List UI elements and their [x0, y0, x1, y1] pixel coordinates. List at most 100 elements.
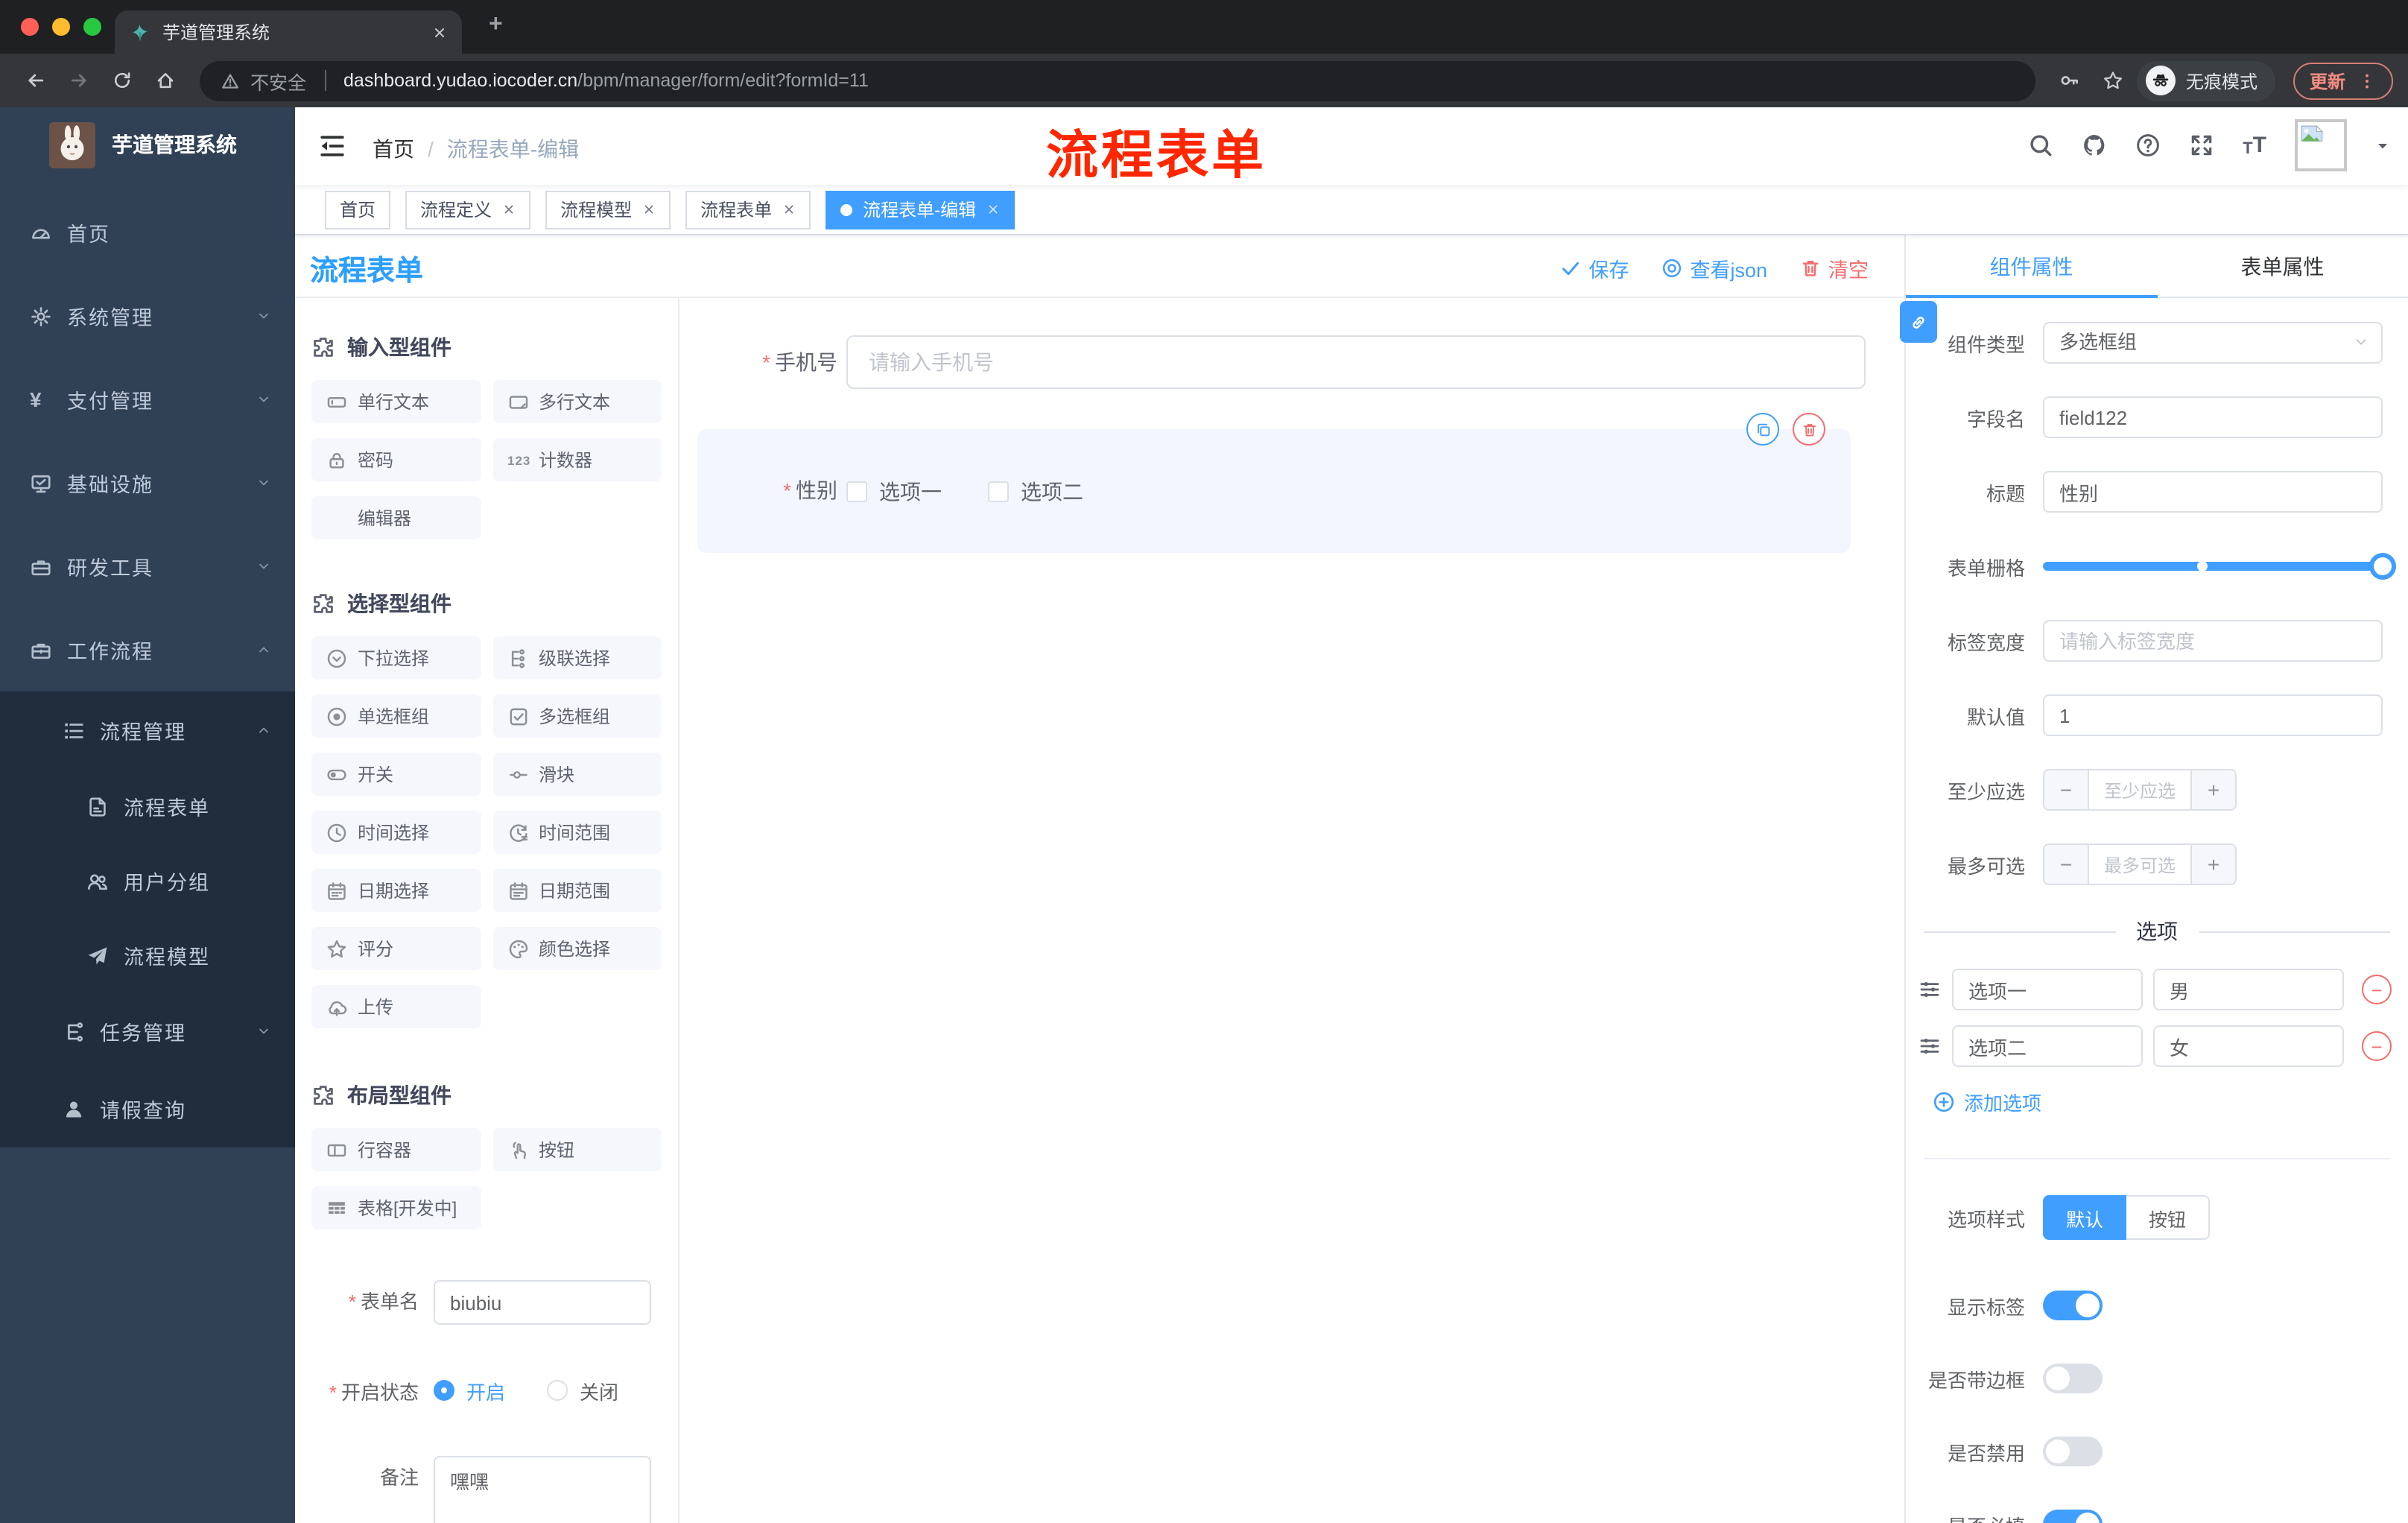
sidebar-item-process-form[interactable]: 流程表单: [0, 769, 295, 843]
drag-handle-icon[interactable]: [1918, 1034, 1942, 1058]
forward-icon[interactable]: [58, 70, 98, 91]
address-bar[interactable]: 不安全 dashboard.yudao.iocoder.cn/bpm/manag…: [200, 60, 2035, 101]
palette-item-table-dev[interactable]: 表格[开发中]: [311, 1186, 481, 1229]
minus-button[interactable]: −: [2044, 770, 2088, 809]
view-tab-process-definition[interactable]: 流程定义: [405, 190, 531, 229]
view-json-button[interactable]: 查看json: [1661, 253, 1767, 283]
palette-item-switch[interactable]: 开关: [311, 753, 481, 796]
sidebar-item-devtools[interactable]: 研发工具: [0, 525, 295, 608]
sidebar-item-home[interactable]: 首页: [0, 191, 295, 274]
form-name-input[interactable]: [434, 1280, 651, 1325]
palette-item-editor[interactable]: 编辑器: [311, 496, 481, 539]
view-tab-process-form[interactable]: 流程表单: [685, 190, 811, 229]
disabled-switch[interactable]: [2043, 1437, 2103, 1466]
plus-button[interactable]: +: [2192, 845, 2235, 884]
close-window-button[interactable]: [21, 18, 39, 36]
sidebar-item-workflow[interactable]: 工作流程: [0, 608, 295, 691]
palette-item-radio-group[interactable]: 单选框组: [311, 694, 481, 738]
palette-item-single-line-text[interactable]: 单行文本: [311, 380, 481, 423]
field-name-input[interactable]: [2043, 396, 2383, 438]
palette-item-upload[interactable]: 上传: [311, 985, 481, 1028]
title-input[interactable]: [2043, 471, 2383, 513]
add-option-button[interactable]: 添加选项: [1933, 1088, 2408, 1116]
option-label-input[interactable]: [1952, 969, 2143, 1010]
canvas-field-phone[interactable]: * 手机号 请输入手机号: [679, 335, 1904, 389]
palette-item-slider[interactable]: 滑块: [492, 753, 662, 796]
view-tab-process-model[interactable]: 流程模型: [545, 190, 671, 229]
avatar[interactable]: [2295, 119, 2347, 171]
breadcrumb-home[interactable]: 首页: [373, 134, 414, 164]
github-icon[interactable]: [2082, 133, 2107, 158]
hamburger-icon[interactable]: [317, 131, 347, 161]
plus-button[interactable]: +: [2192, 770, 2235, 809]
palette-item-multi-line-text[interactable]: 多行文本: [492, 380, 662, 423]
tab-close-icon[interactable]: [502, 203, 516, 216]
remark-textarea[interactable]: 嘿嘿: [434, 1456, 651, 1523]
phone-input[interactable]: 请输入手机号: [846, 335, 1866, 389]
reload-icon[interactable]: [101, 70, 142, 91]
form-grid-slider[interactable]: [2043, 553, 2396, 580]
window-controls[interactable]: [21, 18, 101, 36]
browser-update-button[interactable]: 更新: [2293, 62, 2393, 99]
maximize-window-button[interactable]: [83, 18, 101, 36]
copy-field-button[interactable]: [1746, 413, 1779, 446]
palette-item-checkbox-group[interactable]: 多选框组: [492, 694, 662, 738]
sidebar-item-process-model[interactable]: 流程模型: [0, 918, 295, 992]
label-width-input[interactable]: [2043, 620, 2383, 662]
view-tab-home[interactable]: 首页: [325, 190, 391, 229]
checkbox-option-2[interactable]: 选项二: [988, 476, 1083, 506]
font-size-icon[interactable]: TT: [2243, 133, 2266, 158]
drag-handle-icon[interactable]: [1918, 978, 1942, 1001]
palette-item-button[interactable]: 按钮: [492, 1128, 662, 1171]
radio-status-off[interactable]: 关闭: [547, 1376, 618, 1405]
sidebar-item-leave-query[interactable]: 请假查询: [0, 1070, 295, 1147]
help-icon[interactable]: [2135, 133, 2161, 158]
tab-close-icon[interactable]: [782, 203, 796, 216]
component-type-select[interactable]: 多选框组: [2043, 322, 2383, 364]
link-handle[interactable]: [1900, 301, 1937, 343]
tab-close-icon[interactable]: [642, 203, 656, 216]
sidebar-item-infrastructure[interactable]: 基础设施: [0, 441, 295, 525]
tab-component-props[interactable]: 组件属性: [1906, 235, 2157, 298]
palette-item-row-container[interactable]: 行容器: [311, 1128, 481, 1171]
sidebar-item-task-mgmt[interactable]: 任务管理: [0, 992, 295, 1070]
minimize-window-button[interactable]: [52, 18, 70, 36]
required-switch[interactable]: [2043, 1510, 2103, 1523]
save-button[interactable]: 保存: [1560, 253, 1629, 283]
bookmark-star-icon[interactable]: [2094, 70, 2134, 91]
form-canvas[interactable]: * 手机号 请输入手机号 * 性别 选项一 选项二: [679, 298, 1904, 1523]
minus-button[interactable]: −: [2044, 845, 2088, 884]
min-checked-value[interactable]: 至少应选: [2088, 770, 2192, 809]
palette-item-counter[interactable]: 123 计数器: [492, 438, 662, 481]
sidebar-logo[interactable]: 芋道管理系统: [0, 107, 295, 182]
delete-field-button[interactable]: [1793, 413, 1825, 446]
max-checked-value[interactable]: 最多可选: [2088, 845, 2192, 884]
key-icon[interactable]: [2050, 70, 2091, 91]
checkbox-icon[interactable]: [846, 481, 867, 501]
sidebar-item-user-group[interactable]: 用户分组: [0, 843, 295, 918]
palette-item-password[interactable]: 密码: [311, 438, 481, 481]
palette-item-date-picker[interactable]: 日期选择: [311, 869, 481, 912]
view-tab-process-form-edit[interactable]: 流程表单-编辑: [826, 190, 1016, 229]
option-value-input[interactable]: [2153, 969, 2344, 1010]
default-value-input[interactable]: [2043, 694, 2383, 736]
palette-item-color-picker[interactable]: 颜色选择: [492, 927, 662, 970]
remove-option-button[interactable]: −: [2362, 975, 2392, 1004]
tab-form-props[interactable]: 表单属性: [2157, 235, 2408, 297]
with-border-switch[interactable]: [2043, 1364, 2103, 1393]
option-style-button[interactable]: 按钮: [2126, 1195, 2210, 1240]
sidebar-item-payment[interactable]: ¥ 支付管理: [0, 358, 295, 441]
option-label-input[interactable]: [1952, 1025, 2143, 1067]
remove-option-button[interactable]: −: [2362, 1031, 2392, 1061]
search-icon[interactable]: [2028, 133, 2053, 158]
radio-selected-icon[interactable]: [434, 1380, 454, 1401]
option-style-default[interactable]: 默认: [2043, 1195, 2126, 1240]
fullscreen-icon[interactable]: [2189, 133, 2214, 158]
palette-item-rate[interactable]: 评分: [311, 927, 481, 970]
home-icon[interactable]: [145, 70, 185, 91]
new-tab-button[interactable]: +: [489, 12, 503, 39]
tab-close-icon[interactable]: [432, 25, 447, 39]
browser-tab[interactable]: 芋道管理系统: [115, 10, 462, 54]
sidebar-item-system[interactable]: 系统管理: [0, 274, 295, 358]
menu-dots-icon[interactable]: [2357, 71, 2377, 90]
